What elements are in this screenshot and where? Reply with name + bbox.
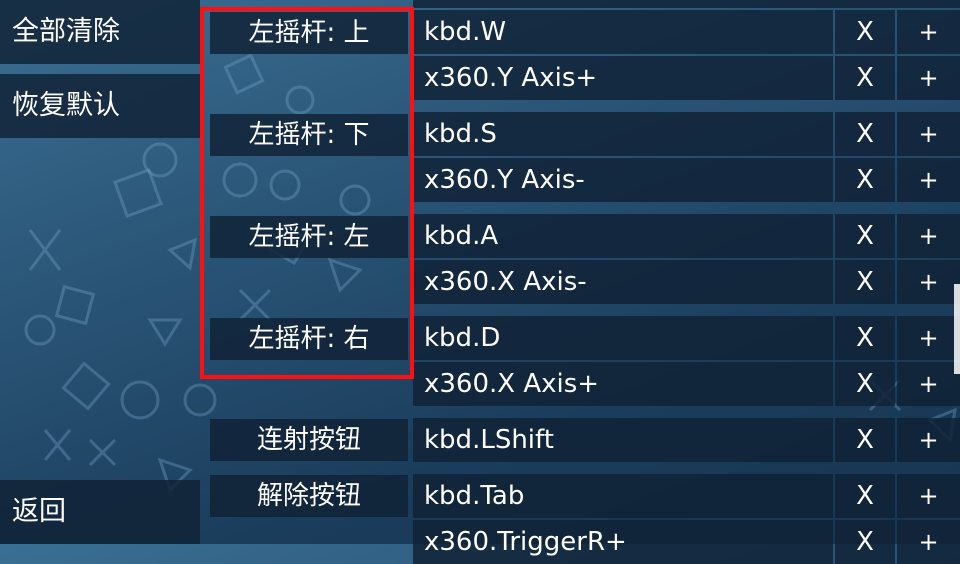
binding-row: kbd.D X + (413, 316, 960, 360)
binding-row: x360.Y Axis+ X + (413, 56, 960, 100)
delete-binding-button[interactable]: X (835, 112, 895, 156)
add-binding-button[interactable]: + (897, 260, 960, 304)
binding-row: kbd.LShift X + (413, 418, 960, 462)
add-binding-button[interactable]: + (897, 520, 960, 564)
add-binding-button[interactable]: + (897, 56, 960, 100)
binding-key-button[interactable]: x360.X Axis+ (413, 362, 833, 406)
binding-key-button[interactable]: kbd.S (413, 112, 833, 156)
binding-row: x360.X Axis+ X + (413, 362, 960, 406)
binding-key-button[interactable]: kbd.W (413, 10, 833, 54)
binding-row: kbd.W X + (413, 10, 960, 54)
delete-binding-button[interactable]: X (835, 474, 895, 518)
add-binding-button[interactable]: + (897, 316, 960, 360)
add-binding-button[interactable]: + (897, 112, 960, 156)
binding-key-button[interactable]: kbd.A (413, 214, 833, 258)
binding-key-button[interactable]: x360.TriggerR+ (413, 520, 833, 564)
binding-row: kbd.Tab X + (413, 474, 960, 518)
binding-key-button[interactable]: kbd.LShift (413, 418, 833, 462)
delete-binding-button[interactable]: X (835, 214, 895, 258)
binding-row: x360.TriggerR+ X + (413, 520, 960, 564)
mapping-label-turbo-button: 连射按钮 (210, 419, 408, 461)
scrollbar-thumb[interactable] (954, 284, 960, 374)
binding-key-button[interactable]: kbd.D (413, 316, 833, 360)
restore-default-button[interactable]: 恢复默认 (0, 74, 200, 138)
binding-row: x360.X Axis- X + (413, 260, 960, 304)
delete-binding-button[interactable]: X (835, 10, 895, 54)
back-button[interactable]: 返回 (0, 480, 200, 544)
binding-row: x360.Y Axis- X + (413, 158, 960, 202)
restore-default-label: 恢复默认 (12, 90, 120, 121)
add-binding-button[interactable]: + (897, 158, 960, 202)
back-label: 返回 (12, 496, 66, 527)
clear-all-label: 全部清除 (12, 16, 120, 47)
delete-binding-button[interactable]: X (835, 520, 895, 564)
binding-key-button[interactable]: kbd.Tab (413, 474, 833, 518)
binding-key-button[interactable]: x360.Y Axis- (413, 158, 833, 202)
delete-binding-button[interactable]: X (835, 56, 895, 100)
mapping-label-left-stick-right: 左摇杆: 右 (210, 318, 408, 360)
add-binding-button[interactable]: + (897, 362, 960, 406)
top-row-remnant (413, 0, 960, 8)
delete-binding-button[interactable]: X (835, 316, 895, 360)
clear-all-button[interactable]: 全部清除 (0, 0, 200, 64)
delete-binding-button[interactable]: X (835, 362, 895, 406)
delete-binding-button[interactable]: X (835, 158, 895, 202)
delete-binding-button[interactable]: X (835, 418, 895, 462)
add-binding-button[interactable]: + (897, 418, 960, 462)
binding-key-button[interactable]: x360.X Axis- (413, 260, 833, 304)
mapping-label-left-stick-down: 左摇杆: 下 (210, 114, 408, 156)
binding-key-button[interactable]: x360.Y Axis+ (413, 56, 833, 100)
mapping-label-left-stick-up: 左摇杆: 上 (210, 12, 408, 54)
add-binding-button[interactable]: + (897, 10, 960, 54)
binding-row: kbd.A X + (413, 214, 960, 258)
mapping-label-left-stick-left: 左摇杆: 左 (210, 216, 408, 258)
mapping-label-release-button: 解除按钮 (210, 475, 408, 517)
add-binding-button[interactable]: + (897, 214, 960, 258)
binding-row: kbd.S X + (413, 112, 960, 156)
delete-binding-button[interactable]: X (835, 260, 895, 304)
add-binding-button[interactable]: + (897, 474, 960, 518)
